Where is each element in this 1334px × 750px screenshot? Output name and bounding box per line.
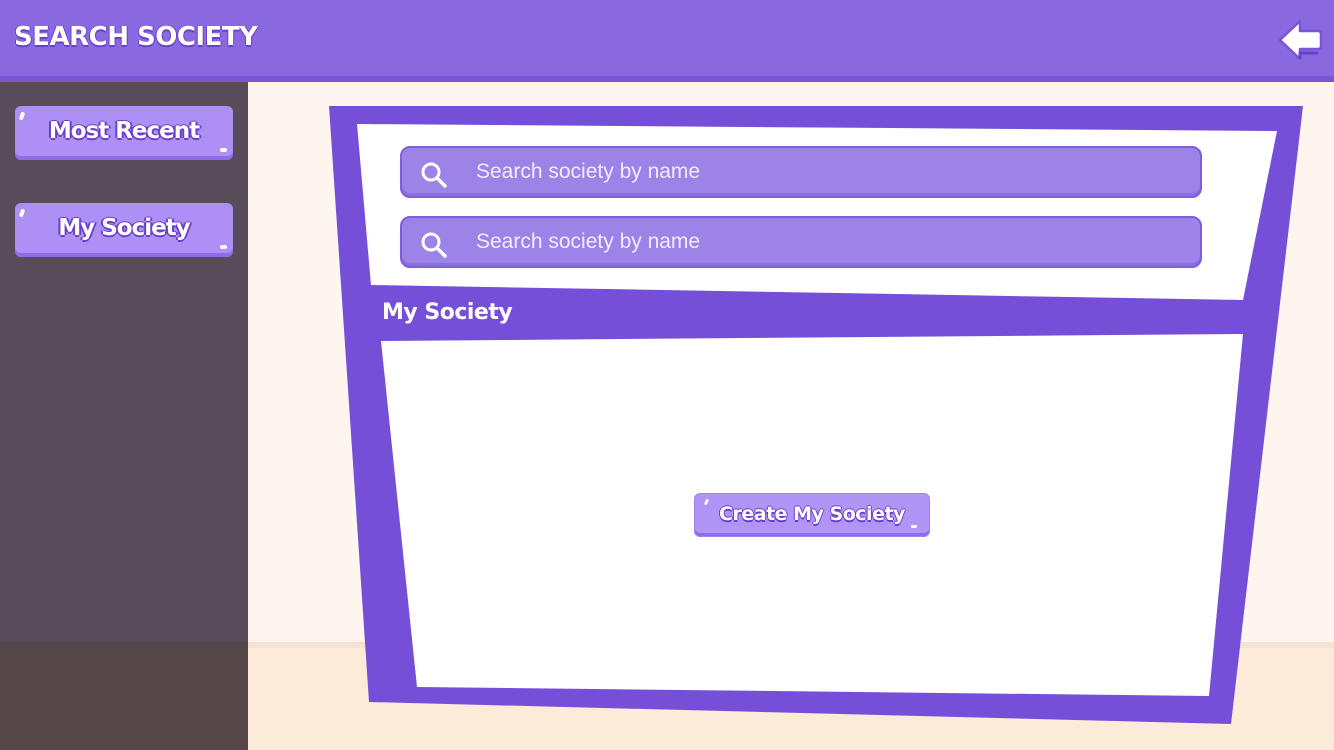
sparkle-decoration — [911, 525, 917, 528]
create-button-label: Create My Society — [719, 502, 905, 525]
society-panel-frame — [329, 106, 1303, 724]
search-society-bar[interactable] — [400, 216, 1202, 268]
sparkle-decoration — [703, 498, 710, 506]
my-society-heading: My Society — [382, 300, 513, 325]
search-icon — [421, 162, 447, 188]
search-input[interactable] — [474, 148, 1178, 196]
create-my-society-button[interactable]: Create My Society — [694, 493, 930, 537]
search-input[interactable] — [474, 218, 1178, 266]
search-icon — [421, 232, 447, 258]
search-society-bar[interactable] — [400, 146, 1202, 198]
